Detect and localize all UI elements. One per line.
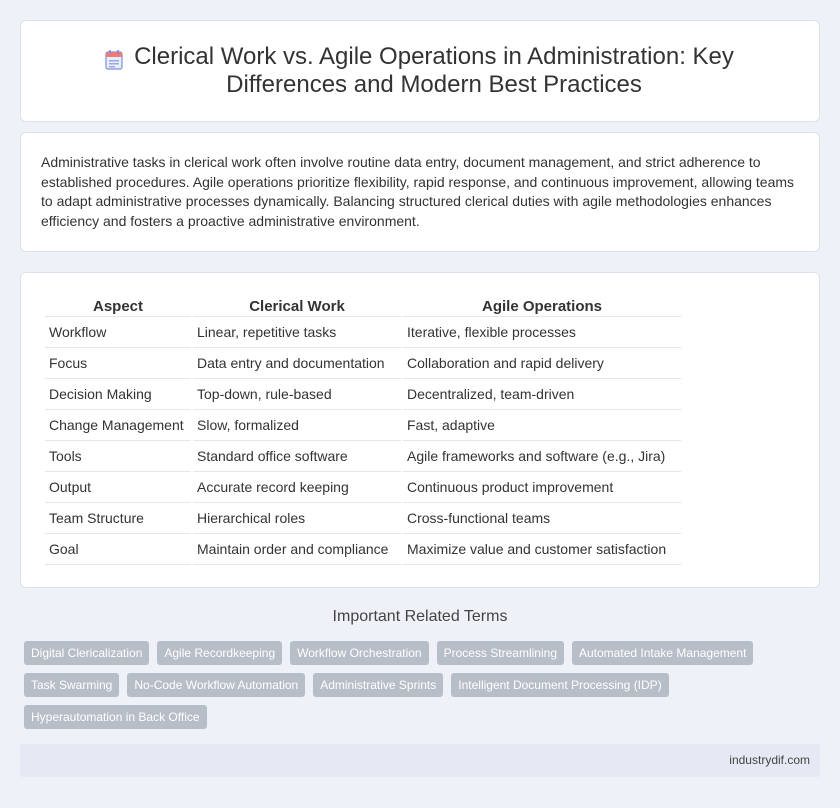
table-cell: Accurate record keeping (193, 472, 401, 503)
related-term-tag[interactable]: Workflow Orchestration (290, 641, 429, 665)
table-row: Output Accurate record keeping Continuou… (45, 472, 681, 503)
table-cell: Team Structure (45, 503, 191, 534)
table-header-row: Aspect Clerical Work Agile Operations (45, 295, 681, 317)
page-title: Clerical Work vs. Agile Operations in Ad… (134, 43, 734, 98)
table-cell: Iterative, flexible processes (403, 317, 681, 348)
table-row: Focus Data entry and documentation Colla… (45, 348, 681, 379)
table-cell: Agile frameworks and software (e.g., Jir… (403, 441, 681, 472)
intro-paragraph: Administrative tasks in clerical work of… (41, 154, 795, 229)
calendar-document-icon (105, 50, 123, 70)
table-row: Decision Making Top-down, rule-based Dec… (45, 379, 681, 410)
table-cell: Collaboration and rapid delivery (403, 348, 681, 379)
table-cell: Goal (45, 534, 191, 565)
table-cell: Change Management (45, 410, 191, 441)
related-term-tag[interactable]: Agile Recordkeeping (157, 641, 283, 665)
table-cell: Decision Making (45, 379, 191, 410)
table-cell: Data entry and documentation (193, 348, 401, 379)
column-header-agile-operations: Agile Operations (403, 295, 681, 317)
table-cell: Focus (45, 348, 191, 379)
column-header-aspect: Aspect (45, 295, 191, 317)
footer-site-link[interactable]: industrydif.com (729, 753, 810, 767)
table-cell: Standard office software (193, 441, 401, 472)
related-term-tag[interactable]: No-Code Workflow Automation (127, 673, 306, 697)
comparison-table: Aspect Clerical Work Agile Operations Wo… (43, 295, 683, 565)
intro-card: Administrative tasks in clerical work of… (20, 132, 820, 252)
related-term-tag[interactable]: Hyperautomation in Back Office (24, 705, 207, 729)
table-cell: Workflow (45, 317, 191, 348)
table-row: Tools Standard office software Agile fra… (45, 441, 681, 472)
related-term-tag[interactable]: Intelligent Document Processing (IDP) (451, 673, 669, 697)
header-card: Clerical Work vs. Agile Operations in Ad… (20, 20, 820, 122)
table-cell: Maintain order and compliance (193, 534, 401, 565)
related-term-tag[interactable]: Task Swarming (24, 673, 120, 697)
table-cell: Linear, repetitive tasks (193, 317, 401, 348)
footer-bar: industrydif.com (20, 744, 820, 777)
table-cell: Hierarchical roles (193, 503, 401, 534)
table-cell: Fast, adaptive (403, 410, 681, 441)
table-cell: Tools (45, 441, 191, 472)
table-cell: Maximize value and customer satisfaction (403, 534, 681, 565)
related-term-tag[interactable]: Process Streamlining (436, 641, 564, 665)
table-cell: Cross-functional teams (403, 503, 681, 534)
table-cell: Top-down, rule-based (193, 379, 401, 410)
table-row: Goal Maintain order and compliance Maxim… (45, 534, 681, 565)
table-row: Workflow Linear, repetitive tasks Iterat… (45, 317, 681, 348)
related-term-tag[interactable]: Digital Clericalization (24, 641, 150, 665)
table-row: Team Structure Hierarchical roles Cross-… (45, 503, 681, 534)
comparison-card: Aspect Clerical Work Agile Operations Wo… (20, 272, 820, 588)
related-term-tag[interactable]: Automated Intake Management (572, 641, 754, 665)
table-cell: Continuous product improvement (403, 472, 681, 503)
related-terms-list: Digital Clericalization Agile Recordkeep… (24, 641, 804, 729)
related-terms-title: Important Related Terms (332, 608, 508, 625)
title-wrap: Clerical Work vs. Agile Operations in Ad… (21, 21, 819, 121)
table-cell: Decentralized, team-driven (403, 379, 681, 410)
table-cell: Slow, formalized (193, 410, 401, 441)
related-term-tag[interactable]: Administrative Sprints (313, 673, 444, 697)
table-row: Change Management Slow, formalized Fast,… (45, 410, 681, 441)
column-header-clerical-work: Clerical Work (193, 295, 401, 317)
table-cell: Output (45, 472, 191, 503)
